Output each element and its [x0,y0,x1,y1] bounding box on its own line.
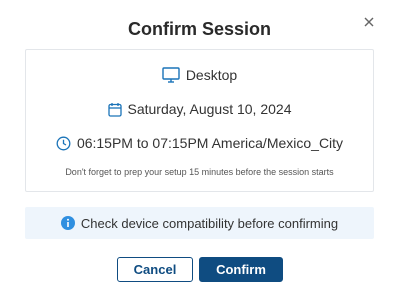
prep-reminder-note: Don't forget to prep your setup 15 minut… [65,167,334,177]
monitor-icon [162,67,180,83]
calendar-icon [107,102,122,117]
close-icon [364,17,374,27]
clock-icon [56,136,71,151]
device-label: Desktop [185,67,238,83]
compatibility-info-text: Check device compatibility before confir… [80,215,339,231]
time-row: 06:15PM to 07:15PM America/Mexico_City [26,135,373,151]
session-date: Saturday, August 10, 2024 [127,101,292,117]
date-row: Saturday, August 10, 2024 [26,101,373,117]
confirm-session-dialog: Confirm Session Desktop Saturday, August… [0,0,399,297]
compatibility-info-bar: Check device compatibility before confir… [25,207,374,239]
info-icon [60,216,75,230]
dialog-title: Confirm Session [127,19,272,39]
confirm-button[interactable]: Confirm [199,257,283,282]
session-time: 06:15PM to 07:15PM America/Mexico_City [76,135,344,151]
device-row: Desktop [26,67,373,83]
cancel-button[interactable]: Cancel [117,257,193,282]
session-details-card: Desktop Saturday, August 10, 2024 06:15P… [25,49,374,192]
close-button[interactable] [361,14,377,30]
